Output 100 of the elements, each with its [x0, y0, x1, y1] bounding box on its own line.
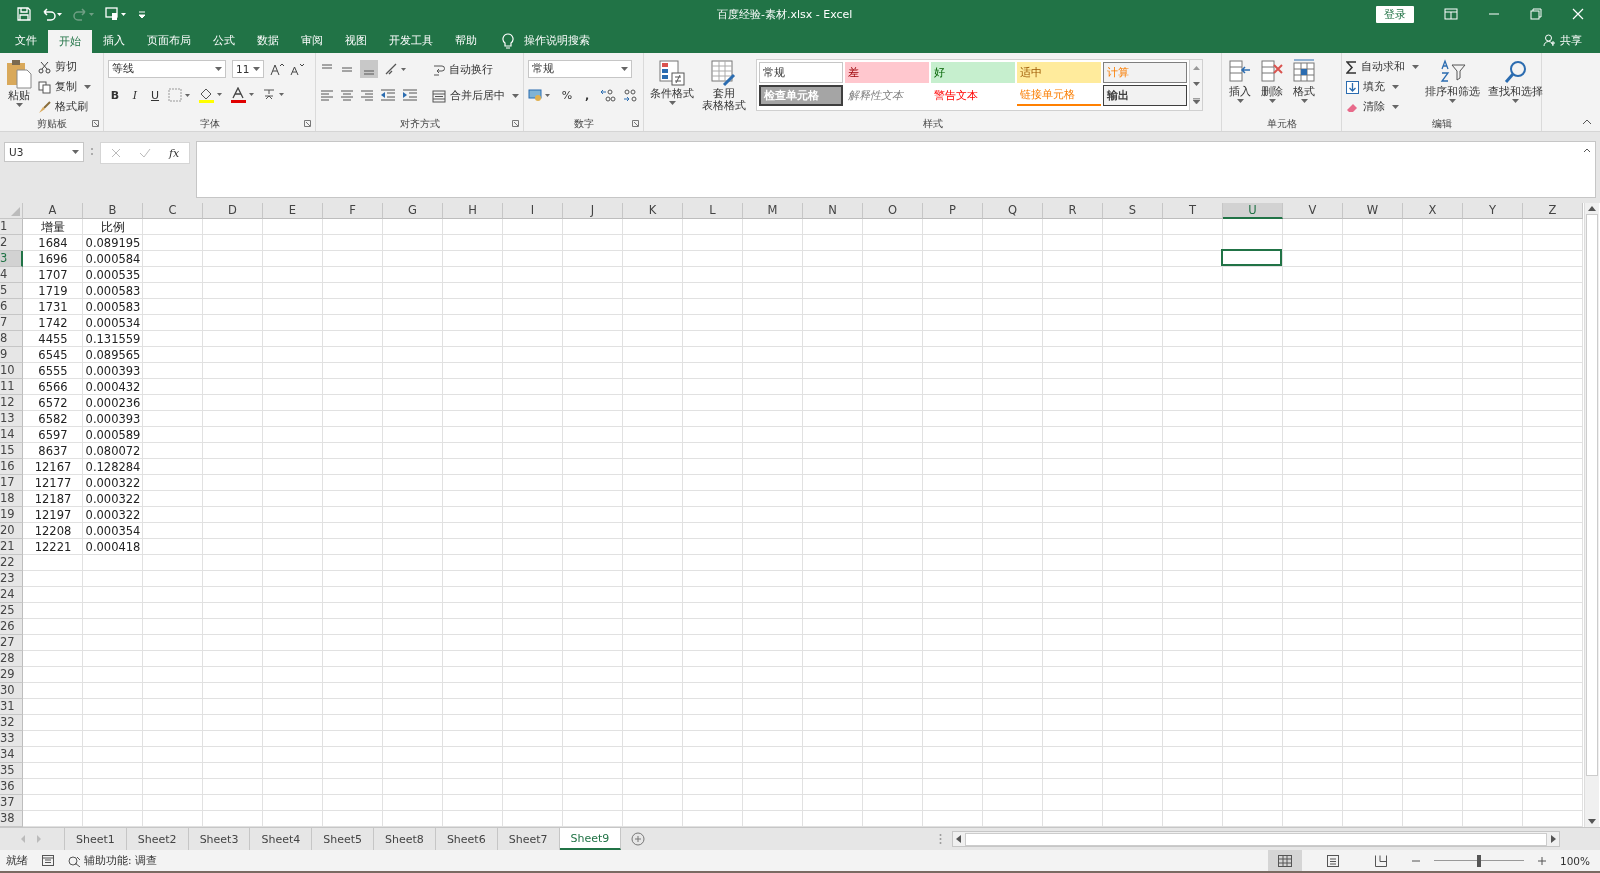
find-select-button[interactable]: 查找和选择 [1486, 57, 1545, 116]
scroll-right-icon[interactable] [1551, 835, 1556, 843]
vertical-scrollbar[interactable] [1584, 203, 1599, 827]
conditional-format-button[interactable]: 条件格式 [648, 57, 696, 116]
format-cells-button[interactable]: 格式 [1290, 57, 1318, 116]
fill-button[interactable]: 填充 [1346, 78, 1419, 96]
font-color-icon[interactable] [230, 87, 256, 103]
row-header[interactable]: 8 [0, 331, 23, 347]
row-header[interactable]: 38 [0, 811, 23, 827]
row-header[interactable]: 31 [0, 699, 23, 715]
align-right-icon[interactable] [360, 88, 374, 102]
insert-cells-button[interactable]: 插入 [1226, 57, 1254, 116]
row-header[interactable]: 1 [0, 219, 23, 235]
ribbon-tab[interactable]: 插入 [92, 28, 136, 53]
share-button[interactable]: 共享 [1543, 28, 1600, 53]
column-header[interactable]: J [563, 203, 623, 219]
gallery-scrollbar[interactable] [1189, 60, 1202, 110]
zoom-level[interactable]: 100% [1559, 854, 1600, 867]
column-header[interactable]: M [743, 203, 803, 219]
align-left-icon[interactable] [320, 88, 334, 102]
font-name-dropdown[interactable]: 等线 [108, 60, 226, 78]
ribbon-display-icon[interactable] [1444, 8, 1458, 20]
align-center-icon[interactable] [340, 88, 354, 102]
cell-style-swatch[interactable]: 适中 [1017, 62, 1101, 83]
row-header[interactable]: 13 [0, 411, 23, 427]
font-size-dropdown[interactable]: 11 [232, 60, 264, 78]
undo-icon[interactable] [41, 7, 63, 21]
restore-icon[interactable] [1530, 8, 1542, 20]
column-header[interactable]: D [203, 203, 263, 219]
format-as-table-button[interactable]: 套用 表格格式 [700, 57, 748, 116]
comma-style-button[interactable]: , [580, 88, 594, 102]
scroll-down-icon[interactable] [1192, 82, 1200, 86]
row-header[interactable]: 35 [0, 763, 23, 779]
row-header[interactable]: 36 [0, 779, 23, 795]
column-header[interactable]: X [1403, 203, 1463, 219]
sheet-tab[interactable]: Sheet9 [559, 828, 622, 850]
clear-button[interactable]: 清除 [1346, 98, 1419, 116]
cell-style-swatch[interactable]: 警告文本 [931, 85, 1015, 106]
row-header[interactable]: 17 [0, 475, 23, 491]
zoom-slider-thumb[interactable] [1476, 854, 1481, 867]
cell-style-swatch[interactable]: 好 [931, 62, 1015, 83]
scroll-down-icon[interactable] [1588, 819, 1596, 824]
ribbon-tab[interactable]: 开始 [48, 30, 92, 53]
ribbon-tab[interactable]: 页面布局 [136, 28, 202, 53]
column-header[interactable]: U [1223, 203, 1283, 219]
login-button[interactable]: 登录 [1376, 5, 1414, 23]
merge-center-button[interactable]: 合并后居中 [432, 87, 519, 105]
ribbon-tab[interactable]: 审阅 [290, 28, 334, 53]
ribbon-tab[interactable]: 文件 [4, 28, 48, 53]
row-header[interactable]: 30 [0, 683, 23, 699]
column-header[interactable]: E [263, 203, 323, 219]
add-sheet-icon[interactable] [631, 832, 646, 846]
decrease-decimal-icon[interactable] [622, 88, 638, 102]
horizontal-scrollbar[interactable] [952, 831, 1560, 847]
column-header[interactable]: I [503, 203, 563, 219]
row-header[interactable]: 11 [0, 379, 23, 395]
ribbon-tab[interactable]: 公式 [202, 28, 246, 53]
column-header[interactable]: L [683, 203, 743, 219]
more-styles-icon[interactable] [1192, 98, 1200, 104]
row-header[interactable]: 5 [0, 283, 23, 299]
splitter-icon[interactable] [939, 833, 942, 845]
column-header[interactable]: R [1043, 203, 1103, 219]
row-header[interactable]: 14 [0, 427, 23, 443]
cell-style-swatch[interactable]: 解释性文本 [845, 85, 929, 106]
row-header[interactable]: 22 [0, 555, 23, 571]
column-header[interactable]: G [383, 203, 443, 219]
row-header[interactable]: 26 [0, 619, 23, 635]
column-header[interactable]: B [83, 203, 143, 219]
column-header[interactable]: A [23, 203, 83, 219]
save-icon[interactable] [17, 7, 31, 21]
row-header[interactable]: 3 [0, 251, 23, 267]
collapse-ribbon-icon[interactable] [1582, 119, 1592, 125]
increase-indent-icon[interactable] [402, 88, 418, 102]
name-box[interactable]: U3 [4, 142, 84, 162]
cut-button[interactable]: 剪切 [38, 58, 91, 76]
dialog-launcher-icon[interactable] [92, 120, 99, 127]
checkmark-icon[interactable] [139, 148, 151, 158]
format-painter-button[interactable]: 格式刷 [38, 98, 91, 116]
row-header[interactable]: 24 [0, 587, 23, 603]
paste-button[interactable]: 粘贴 [4, 57, 34, 116]
delete-cells-button[interactable]: 删除 [1258, 57, 1286, 116]
cell-style-swatch[interactable]: 差 [845, 62, 929, 83]
bold-button[interactable]: B [108, 88, 122, 102]
ribbon-tab[interactable]: 帮助 [444, 28, 488, 53]
accessibility-status[interactable]: 辅助功能: 调查 [68, 853, 157, 868]
column-header[interactable]: T [1163, 203, 1223, 219]
ribbon-tab[interactable]: 开发工具 [378, 28, 444, 53]
grid-view-icon[interactable] [1267, 850, 1302, 871]
row-header[interactable]: 34 [0, 747, 23, 763]
borders-icon[interactable] [168, 88, 192, 102]
copy-button[interactable]: 复制 [38, 78, 91, 96]
tell-me-search[interactable]: 操作说明搜索 [524, 33, 590, 48]
cell-style-swatch[interactable]: 常规 [759, 62, 843, 83]
decrease-indent-icon[interactable] [380, 88, 396, 102]
row-header[interactable]: 27 [0, 635, 23, 651]
column-header[interactable]: S [1103, 203, 1163, 219]
row-header[interactable]: 33 [0, 731, 23, 747]
row-header[interactable]: 19 [0, 507, 23, 523]
percent-button[interactable]: % [560, 88, 574, 102]
column-header[interactable]: N [803, 203, 863, 219]
